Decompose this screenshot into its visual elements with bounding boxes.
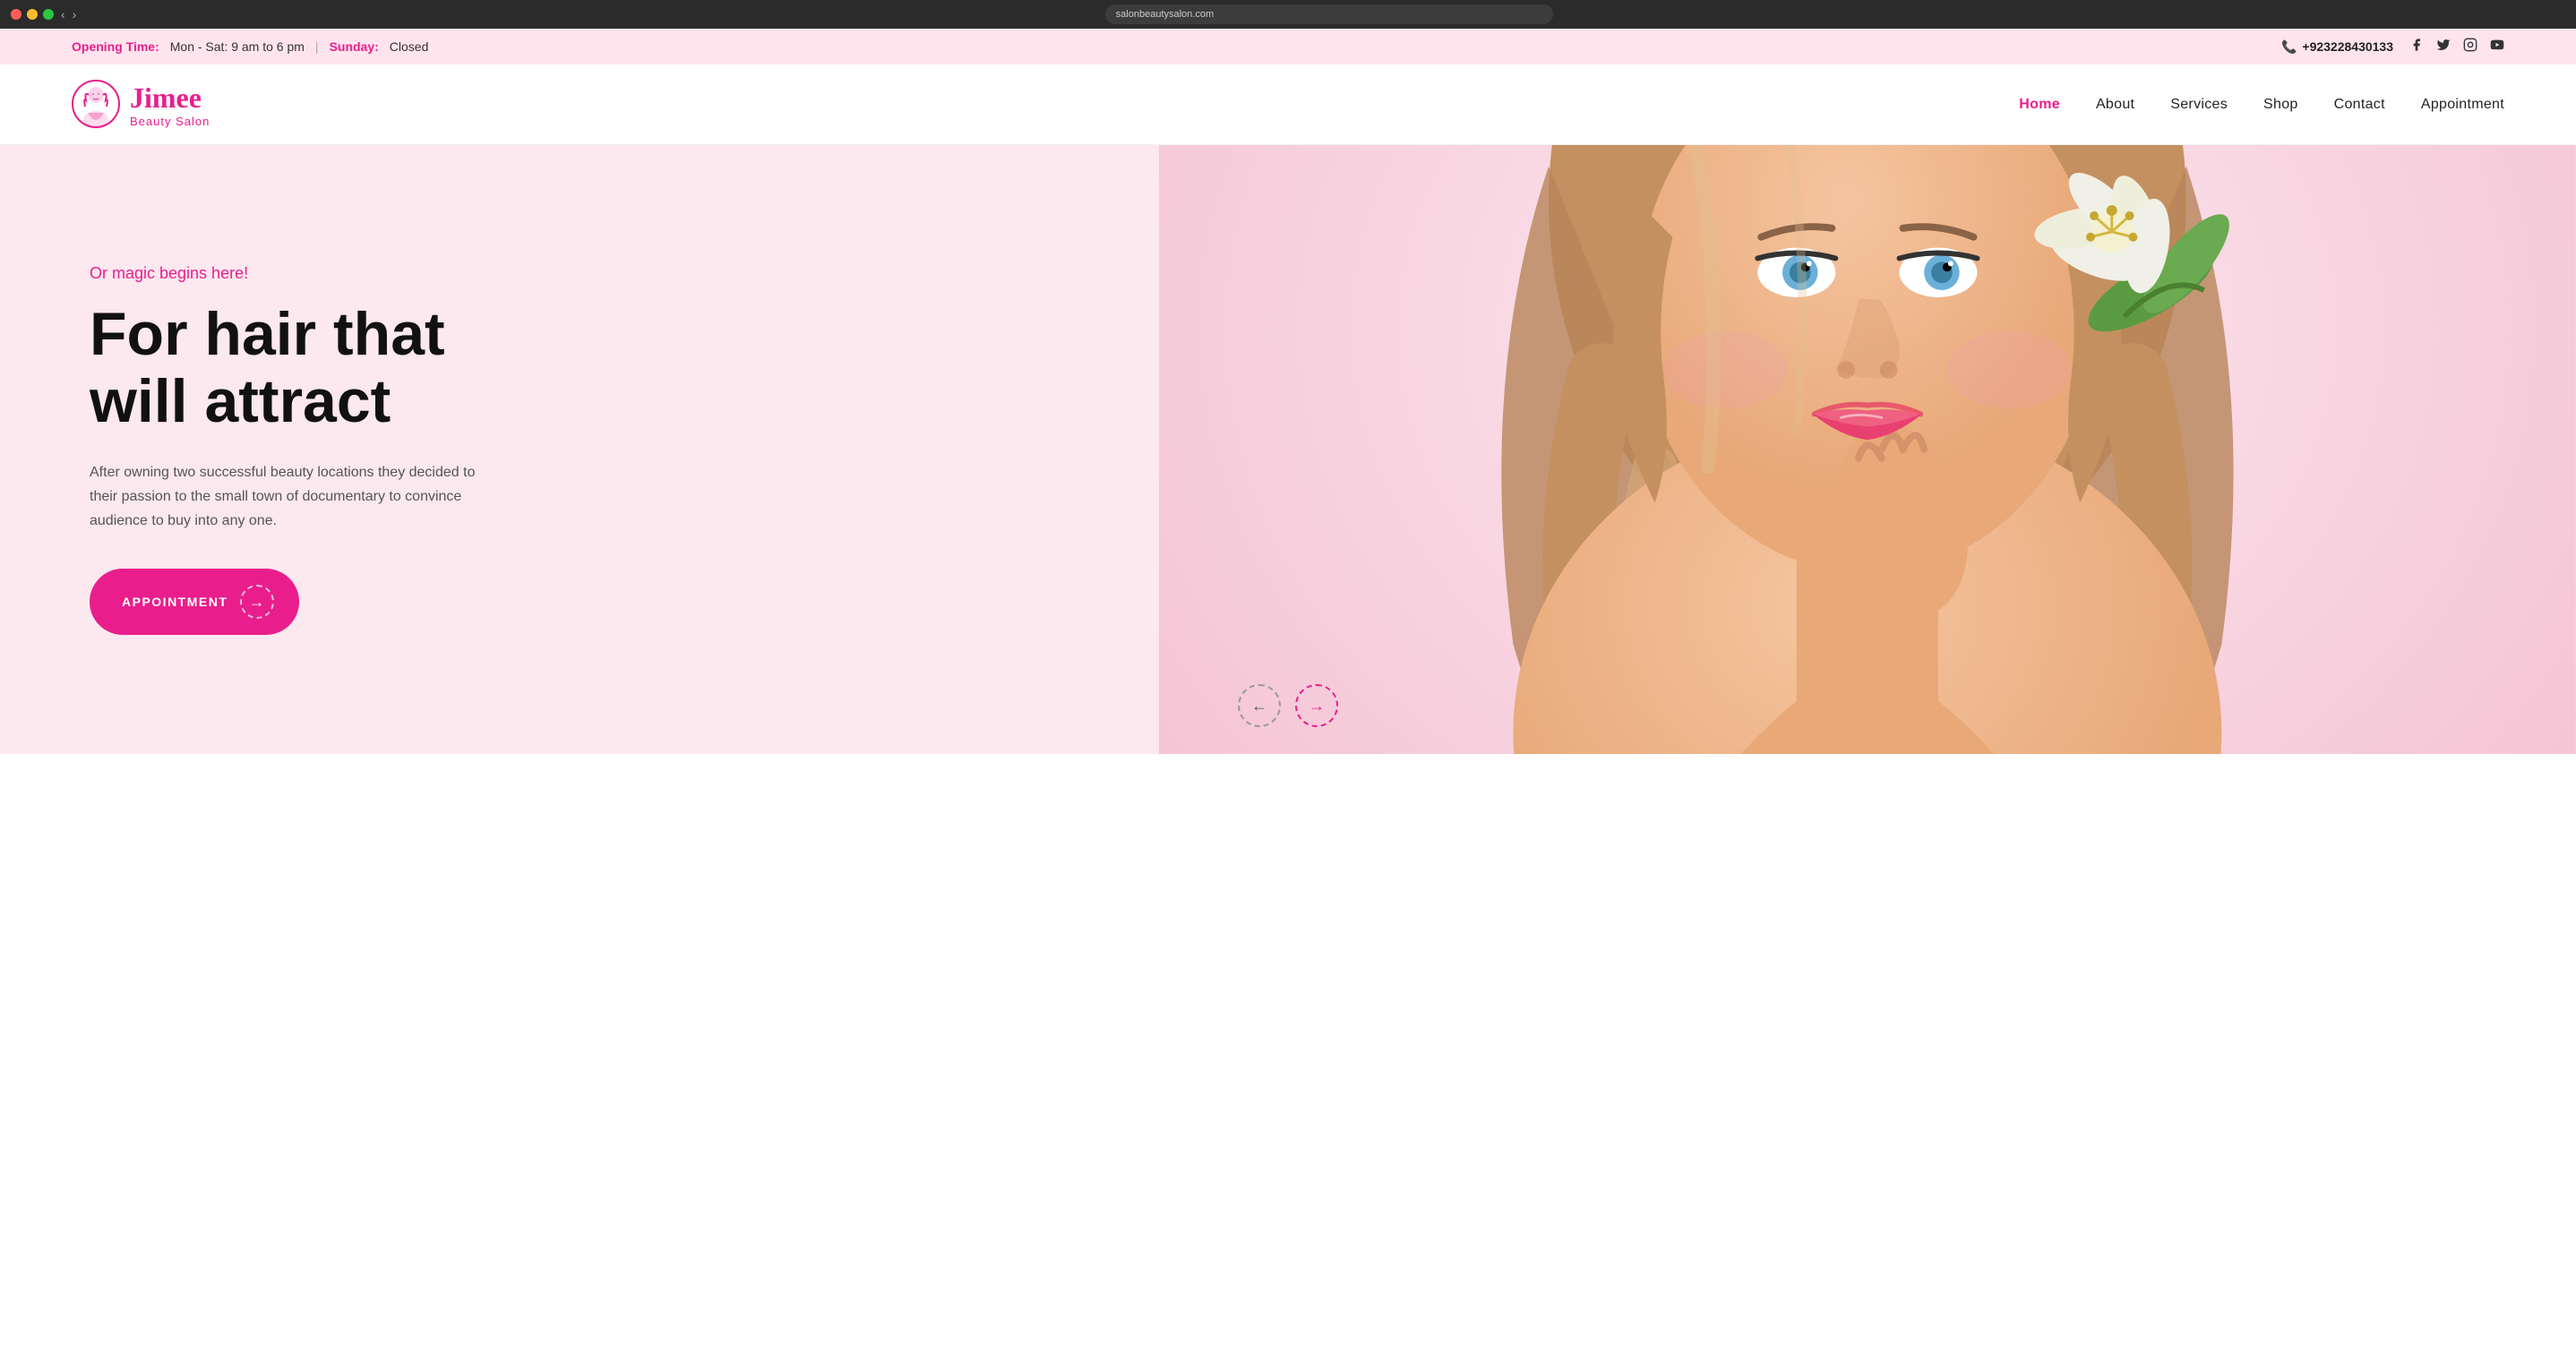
logo-text-block: Jimee Beauty Salon bbox=[130, 81, 210, 128]
phone-number[interactable]: 📞 +923228430133 bbox=[2281, 39, 2393, 55]
maximize-dot[interactable] bbox=[43, 9, 54, 20]
youtube-icon[interactable] bbox=[2490, 38, 2504, 56]
hero-description: After owning two successful beauty locat… bbox=[90, 460, 502, 534]
logo-subtitle: Beauty Salon bbox=[130, 115, 210, 128]
next-arrow-icon: → bbox=[1309, 697, 1325, 715]
sunday-label: Sunday: bbox=[330, 39, 379, 54]
nav-contact[interactable]: Contact bbox=[2334, 97, 2385, 113]
hero-image bbox=[1159, 145, 2576, 754]
nav-shop[interactable]: Shop bbox=[2263, 97, 2298, 113]
opening-hours: Opening Time: Mon - Sat: 9 am to 6 pm | … bbox=[72, 39, 428, 54]
address-bar[interactable]: salonbeautysalon.com bbox=[1105, 4, 1553, 24]
nav-home[interactable]: Home bbox=[2019, 97, 2060, 113]
appointment-arrow-icon: → bbox=[240, 585, 274, 619]
browser-controls bbox=[11, 9, 54, 20]
divider: | bbox=[315, 39, 319, 54]
twitter-icon[interactable] bbox=[2436, 38, 2451, 56]
logo-svg bbox=[72, 75, 121, 133]
logo-brand-name: Jimee bbox=[130, 81, 210, 115]
logo[interactable]: Jimee Beauty Salon bbox=[72, 75, 210, 133]
hero-woman-svg bbox=[1159, 145, 2576, 754]
back-button[interactable]: ‹ bbox=[61, 7, 65, 21]
opening-hours-text: Mon - Sat: 9 am to 6 pm bbox=[170, 39, 305, 54]
top-info-bar: Opening Time: Mon - Sat: 9 am to 6 pm | … bbox=[0, 29, 2576, 64]
hero-title-line2: will attract bbox=[90, 367, 391, 435]
social-links bbox=[2409, 38, 2504, 56]
opening-label: Opening Time: bbox=[72, 39, 159, 54]
sunday-value: Closed bbox=[390, 39, 429, 54]
nav-appointment[interactable]: Appointment bbox=[2421, 97, 2504, 113]
facebook-icon[interactable] bbox=[2409, 38, 2424, 56]
slider-next-button[interactable]: → bbox=[1295, 684, 1338, 727]
browser-navigation: ‹ › bbox=[61, 7, 76, 21]
hero-content: Or magic begins here! For hair that will… bbox=[0, 193, 591, 707]
hero-title-line1: For hair that bbox=[90, 300, 445, 368]
phone-icon: 📞 bbox=[2281, 39, 2297, 55]
slider-prev-button[interactable]: ← bbox=[1238, 684, 1281, 727]
hero-title: For hair that will attract bbox=[90, 301, 502, 435]
hero-tagline: Or magic begins here! bbox=[90, 264, 502, 283]
phone-text: +923228430133 bbox=[2302, 39, 2393, 54]
close-dot[interactable] bbox=[11, 9, 21, 20]
instagram-icon[interactable] bbox=[2463, 38, 2477, 56]
prev-arrow-icon: ← bbox=[1251, 697, 1267, 715]
minimize-dot[interactable] bbox=[27, 9, 38, 20]
appointment-button[interactable]: APPOINTMENT → bbox=[90, 569, 299, 635]
forward-button[interactable]: › bbox=[73, 7, 77, 21]
hero-section: Or magic begins here! For hair that will… bbox=[0, 145, 2576, 754]
main-navbar: Jimee Beauty Salon Home About Services S… bbox=[0, 64, 2576, 145]
nav-about[interactable]: About bbox=[2096, 97, 2134, 113]
browser-chrome: ‹ › salonbeautysalon.com bbox=[0, 0, 2576, 29]
slider-navigation: ← → bbox=[1238, 684, 1338, 727]
url-text: salonbeautysalon.com bbox=[1116, 9, 1214, 20]
appointment-button-label: APPOINTMENT bbox=[122, 595, 228, 609]
nav-menu: Home About Services Shop Contact Appoint… bbox=[2019, 97, 2504, 113]
contact-social: 📞 +923228430133 bbox=[2281, 38, 2504, 56]
nav-services[interactable]: Services bbox=[2170, 97, 2228, 113]
